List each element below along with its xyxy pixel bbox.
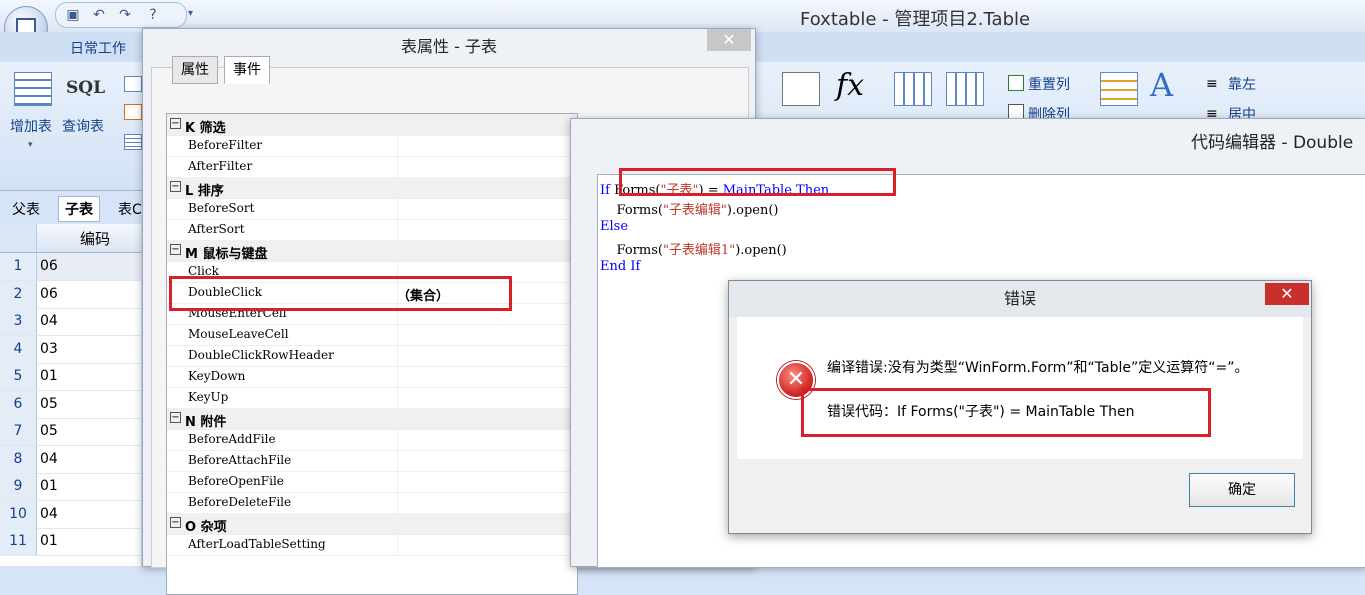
row-number[interactable]: 3 xyxy=(0,308,37,335)
select-all-corner[interactable] xyxy=(0,224,37,252)
grid-cell[interactable]: 04 xyxy=(40,501,58,528)
code-text: ).open() xyxy=(726,203,779,218)
small-edit-icon[interactable] xyxy=(124,104,142,120)
close-icon[interactable]: ✕ xyxy=(1265,283,1309,305)
grid-cell[interactable]: 01 xyxy=(40,528,58,555)
grid-cell[interactable]: 04 xyxy=(40,446,58,473)
align-left-icon[interactable]: ≡ xyxy=(1206,76,1218,92)
row-number[interactable]: 7 xyxy=(0,418,37,445)
code-keyword: End If xyxy=(600,259,641,274)
table-style-icon[interactable] xyxy=(1100,72,1138,106)
highlight-double-click xyxy=(169,276,512,311)
grid-cell[interactable]: 04 xyxy=(40,308,58,335)
row-number[interactable]: 4 xyxy=(0,336,37,363)
grid-cell[interactable]: 03 xyxy=(40,336,58,363)
row-number[interactable]: 10 xyxy=(0,501,37,528)
event-group-mouse-keyboard[interactable]: M 鼠标与键盘 xyxy=(185,243,267,262)
row-number[interactable]: 2 xyxy=(0,281,37,308)
row-number[interactable]: 1 xyxy=(0,253,37,280)
row-number[interactable]: 6 xyxy=(0,391,37,418)
grid-cell[interactable]: 05 xyxy=(40,391,58,418)
save-icon[interactable]: ▣ xyxy=(64,7,82,23)
fx-icon[interactable]: fx xyxy=(836,68,864,103)
event-mouse-leave-cell[interactable]: MouseLeaveCell xyxy=(188,327,289,341)
column-header-code[interactable]: 编码 xyxy=(80,228,110,249)
event-before-delete-file[interactable]: BeforeDeleteFile xyxy=(188,495,291,509)
highlight-error-code xyxy=(801,388,1211,437)
align-left-button[interactable]: 靠左 xyxy=(1228,74,1256,94)
grid-cell[interactable]: 06 xyxy=(40,253,58,280)
event-key-up[interactable]: KeyUp xyxy=(188,390,228,404)
event-group-misc[interactable]: O 杂项 xyxy=(185,516,227,535)
row-number[interactable]: 8 xyxy=(0,446,37,473)
tab-events[interactable]: 事件 xyxy=(224,56,270,84)
tab-daily-work[interactable]: 日常工作 xyxy=(70,38,126,58)
add-table-icon[interactable] xyxy=(14,72,52,106)
qat-dropdown-icon[interactable]: ▾ xyxy=(188,8,193,19)
tab-properties[interactable]: 属性 xyxy=(172,56,218,84)
row-number[interactable]: 11 xyxy=(0,528,37,555)
event-before-add-file[interactable]: BeforeAddFile xyxy=(188,432,276,446)
event-before-attach-file[interactable]: BeforeAttachFile xyxy=(188,453,291,467)
small-table-icon[interactable] xyxy=(124,76,142,92)
undo-icon[interactable]: ↶ xyxy=(90,7,108,23)
grid-header: 编码 xyxy=(0,224,141,253)
sheet-tab-child[interactable]: 子表 xyxy=(58,196,100,222)
collapse-icon[interactable]: − xyxy=(170,244,181,255)
code-keyword: If xyxy=(600,183,610,198)
sql-label[interactable]: SQL xyxy=(66,78,105,98)
redo-icon[interactable]: ↷ xyxy=(116,7,134,23)
code-editor-title: 代码编辑器 - Double xyxy=(1191,133,1354,153)
error-message: 编译错误:没有为类型“WinForm.Form”和“Table”定义运算符“=”… xyxy=(827,360,1249,376)
event-group-sort[interactable]: L 排序 xyxy=(185,180,224,199)
small-grid-icon[interactable] xyxy=(124,134,142,150)
code-text: ).open() xyxy=(735,243,787,258)
event-after-filter[interactable]: AfterFilter xyxy=(188,159,252,173)
ok-button[interactable]: 确定 xyxy=(1189,473,1295,507)
close-icon[interactable]: ✕ xyxy=(707,29,751,51)
event-before-filter[interactable]: BeforeFilter xyxy=(188,138,262,152)
document-icon[interactable] xyxy=(782,72,820,106)
row-number[interactable]: 9 xyxy=(0,473,37,500)
highlight-code-line xyxy=(619,168,896,196)
event-before-sort[interactable]: BeforeSort xyxy=(188,201,254,215)
code-string: "子表编辑" xyxy=(662,203,727,218)
app-title: Foxtable - 管理项目2.Table xyxy=(800,9,1031,30)
font-icon[interactable]: A xyxy=(1150,66,1173,104)
row-number[interactable]: 5 xyxy=(0,363,37,390)
grid-cell[interactable]: 01 xyxy=(40,363,58,390)
sheet-tab-c[interactable]: 表C xyxy=(118,199,142,219)
collapse-icon[interactable]: − xyxy=(170,181,181,192)
event-double-click-row-header[interactable]: DoubleClickRowHeader xyxy=(188,348,334,362)
help-icon[interactable]: ? xyxy=(144,7,162,23)
event-group-filter[interactable]: K 筛选 xyxy=(185,117,226,136)
chevron-down-icon[interactable]: ▾ xyxy=(28,140,33,150)
code-keyword: Else xyxy=(600,219,629,234)
event-after-load-table-setting[interactable]: AfterLoadTableSetting xyxy=(188,537,326,551)
insert-column-right-icon[interactable] xyxy=(946,72,984,106)
error-title: 错误 xyxy=(1003,289,1036,308)
grid-cell[interactable]: 05 xyxy=(40,418,58,445)
event-key-down[interactable]: KeyDown xyxy=(188,369,245,383)
collapse-icon[interactable]: − xyxy=(170,517,181,528)
query-table-button[interactable]: 查询表 xyxy=(62,116,104,136)
event-group-attachment[interactable]: N 附件 xyxy=(185,411,226,430)
event-after-sort[interactable]: AfterSort xyxy=(188,222,245,236)
insert-column-left-icon[interactable] xyxy=(894,72,932,106)
data-grid: 1 06 2 06 3 04 4 03 5 01 6 05 7 05 8 04 9 01 10 04… xyxy=(0,224,141,566)
sheet-tab-parent[interactable]: 父表 xyxy=(12,199,40,219)
reset-column-button[interactable]: 重置列 xyxy=(1028,74,1070,94)
collapse-icon[interactable]: − xyxy=(170,412,181,423)
code-text: Forms( xyxy=(600,243,663,258)
collapse-icon[interactable]: − xyxy=(170,118,181,129)
code-text: Forms( xyxy=(600,203,663,218)
grid-cell[interactable]: 06 xyxy=(40,281,58,308)
event-list: − K 筛选 BeforeFilter AfterFilter − L 排序 Bef… xyxy=(166,113,578,595)
event-before-open-file[interactable]: BeforeOpenFile xyxy=(188,474,284,488)
grid-cell[interactable]: 01 xyxy=(40,473,58,500)
add-table-button[interactable]: 增加表 xyxy=(10,116,52,136)
reset-column-icon[interactable] xyxy=(1008,75,1024,91)
quick-access-toolbar: ▣ ↶ ↷ ? xyxy=(55,2,187,28)
code-string: "子表编辑1" xyxy=(662,243,736,258)
